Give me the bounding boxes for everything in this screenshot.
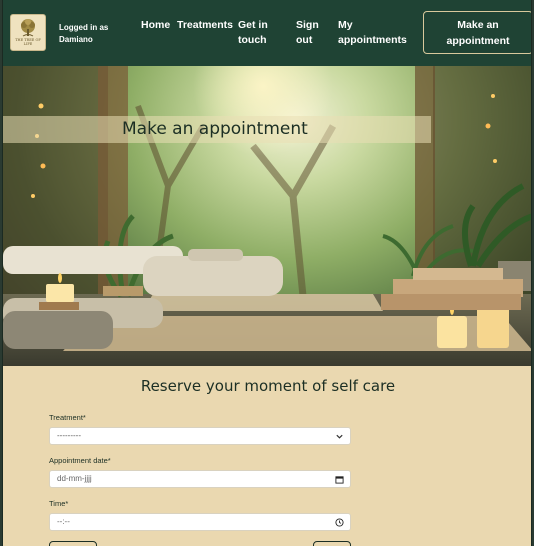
nav-sign-out[interactable]: Sign out [296,18,326,48]
date-label: Appointment date* [49,456,111,465]
make-appointment-button[interactable]: Make an appointment [423,11,531,54]
nav-my-appointments[interactable]: My appointments [338,18,410,48]
date-placeholder: dd-mm-jjjj [57,474,92,483]
nav-home[interactable]: Home [141,18,170,33]
appointment-form: Reserve your moment of self care Treatme… [3,366,531,546]
time-input[interactable]: --:-- [49,513,351,531]
tree-icon [21,19,35,37]
nav-get-in-touch[interactable]: Get in touch [238,18,278,48]
nav-treatments[interactable]: Treatments [177,18,233,33]
appointment-date-input[interactable]: dd-mm-jjjj [49,470,351,488]
hero-title: Make an appointment [122,119,308,139]
logo-text: THE TREE OF LIFE [15,38,41,46]
calendar-icon[interactable] [335,475,344,484]
login-status: Logged in as Damiano [59,23,109,44]
hero-image: Make an appointment [3,66,531,366]
chevron-down-icon [336,434,343,439]
page-frame: THE TREE OF LIFE Logged in as Damiano Ho… [2,0,532,546]
spa-scene-illustration [3,66,531,366]
treatment-label: Treatment* [49,413,86,422]
clock-icon[interactable] [335,518,344,527]
treatment-select[interactable]: --------- [49,427,351,445]
time-placeholder: --:-- [57,517,70,526]
treatment-select-value: --------- [57,431,81,440]
form-button-right[interactable] [313,541,351,546]
logo[interactable]: THE TREE OF LIFE [10,14,46,51]
form-button-left[interactable] [49,541,97,546]
navbar: THE TREE OF LIFE Logged in as Damiano Ho… [3,0,531,66]
time-label: Time* [49,499,69,508]
form-heading: Reserve your moment of self care [140,377,396,395]
